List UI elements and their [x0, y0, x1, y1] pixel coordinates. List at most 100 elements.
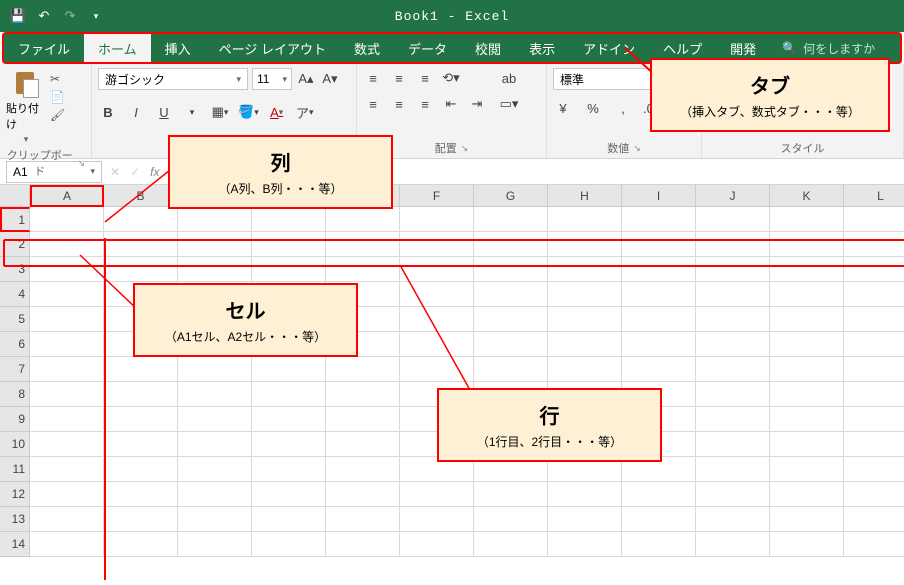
- cell-G7[interactable]: [474, 357, 548, 382]
- cells-area[interactable]: [30, 207, 904, 557]
- italic-button[interactable]: I: [126, 102, 146, 122]
- cell-A3[interactable]: [30, 257, 104, 282]
- cell-I13[interactable]: [622, 507, 696, 532]
- row-header-4[interactable]: 4: [0, 282, 30, 307]
- cell-A1[interactable]: [30, 207, 104, 232]
- select-all-corner[interactable]: [0, 185, 30, 207]
- row-header-10[interactable]: 10: [0, 432, 30, 457]
- cell-B10[interactable]: [104, 432, 178, 457]
- cell-I7[interactable]: [622, 357, 696, 382]
- cell-G3[interactable]: [474, 257, 548, 282]
- cell-F5[interactable]: [400, 307, 474, 332]
- cell-E8[interactable]: [326, 382, 400, 407]
- cell-F4[interactable]: [400, 282, 474, 307]
- cell-G13[interactable]: [474, 507, 548, 532]
- cell-E1[interactable]: [326, 207, 400, 232]
- cell-B8[interactable]: [104, 382, 178, 407]
- cell-J9[interactable]: [696, 407, 770, 432]
- cell-H1[interactable]: [548, 207, 622, 232]
- cell-K14[interactable]: [770, 532, 844, 557]
- cell-B14[interactable]: [104, 532, 178, 557]
- cell-J8[interactable]: [696, 382, 770, 407]
- cell-A5[interactable]: [30, 307, 104, 332]
- dialog-launcher-icon[interactable]: ↘: [633, 143, 641, 154]
- cell-J13[interactable]: [696, 507, 770, 532]
- align-left-icon[interactable]: ≡: [363, 94, 383, 114]
- cell-A11[interactable]: [30, 457, 104, 482]
- cell-L11[interactable]: [844, 457, 904, 482]
- cell-J2[interactable]: [696, 232, 770, 257]
- orientation-icon[interactable]: ⟲▾: [441, 68, 461, 88]
- wrap-text-button[interactable]: ab: [499, 68, 519, 88]
- cell-K3[interactable]: [770, 257, 844, 282]
- copy-icon[interactable]: 📄: [50, 90, 65, 104]
- cell-H2[interactable]: [548, 232, 622, 257]
- cell-D11[interactable]: [252, 457, 326, 482]
- fx-icon[interactable]: fx: [150, 165, 159, 179]
- cell-L14[interactable]: [844, 532, 904, 557]
- cell-L2[interactable]: [844, 232, 904, 257]
- cell-F14[interactable]: [400, 532, 474, 557]
- border-icon[interactable]: ▦▾: [210, 102, 230, 122]
- cell-A13[interactable]: [30, 507, 104, 532]
- decrease-font-icon[interactable]: A▾: [320, 69, 340, 89]
- column-header-K[interactable]: K: [770, 185, 844, 207]
- column-header-A[interactable]: A: [30, 185, 104, 207]
- customize-qat-icon[interactable]: ▾: [88, 8, 104, 24]
- enter-icon[interactable]: ✓: [130, 165, 140, 179]
- cell-K1[interactable]: [770, 207, 844, 232]
- cell-B12[interactable]: [104, 482, 178, 507]
- cell-C2[interactable]: [178, 232, 252, 257]
- cell-A9[interactable]: [30, 407, 104, 432]
- cell-K8[interactable]: [770, 382, 844, 407]
- column-header-H[interactable]: H: [548, 185, 622, 207]
- column-header-F[interactable]: F: [400, 185, 474, 207]
- cell-B2[interactable]: [104, 232, 178, 257]
- merge-button[interactable]: ▭▾: [499, 94, 519, 114]
- cell-K6[interactable]: [770, 332, 844, 357]
- percent-icon[interactable]: %: [583, 98, 603, 118]
- dialog-launcher-icon[interactable]: ↘: [77, 158, 85, 169]
- cell-J12[interactable]: [696, 482, 770, 507]
- cell-K12[interactable]: [770, 482, 844, 507]
- cell-K9[interactable]: [770, 407, 844, 432]
- column-header-B[interactable]: B: [104, 185, 178, 207]
- cell-E3[interactable]: [326, 257, 400, 282]
- row-header-13[interactable]: 13: [0, 507, 30, 532]
- row-header-3[interactable]: 3: [0, 257, 30, 282]
- cell-J14[interactable]: [696, 532, 770, 557]
- cell-E13[interactable]: [326, 507, 400, 532]
- row-header-5[interactable]: 5: [0, 307, 30, 332]
- comma-icon[interactable]: ,: [613, 98, 633, 118]
- cell-A14[interactable]: [30, 532, 104, 557]
- cell-K10[interactable]: [770, 432, 844, 457]
- cell-G1[interactable]: [474, 207, 548, 232]
- cell-C3[interactable]: [178, 257, 252, 282]
- cell-E7[interactable]: [326, 357, 400, 382]
- cell-H6[interactable]: [548, 332, 622, 357]
- tab-file[interactable]: ファイル: [4, 34, 84, 62]
- cell-B7[interactable]: [104, 357, 178, 382]
- cell-L13[interactable]: [844, 507, 904, 532]
- cell-I12[interactable]: [622, 482, 696, 507]
- cell-L7[interactable]: [844, 357, 904, 382]
- cell-K11[interactable]: [770, 457, 844, 482]
- cell-G12[interactable]: [474, 482, 548, 507]
- cell-H14[interactable]: [548, 532, 622, 557]
- cell-H5[interactable]: [548, 307, 622, 332]
- row-header-2[interactable]: 2: [0, 232, 30, 257]
- cell-E10[interactable]: [326, 432, 400, 457]
- tab-formulas[interactable]: 数式: [340, 34, 394, 62]
- cell-L4[interactable]: [844, 282, 904, 307]
- cell-D14[interactable]: [252, 532, 326, 557]
- format-painter-icon[interactable]: 🖌: [50, 108, 65, 122]
- cell-K7[interactable]: [770, 357, 844, 382]
- cell-L12[interactable]: [844, 482, 904, 507]
- cell-E14[interactable]: [326, 532, 400, 557]
- cell-G6[interactable]: [474, 332, 548, 357]
- cell-A6[interactable]: [30, 332, 104, 357]
- row-header-1[interactable]: 1: [0, 207, 30, 232]
- undo-icon[interactable]: ↶: [36, 8, 52, 24]
- cell-L9[interactable]: [844, 407, 904, 432]
- row-header-8[interactable]: 8: [0, 382, 30, 407]
